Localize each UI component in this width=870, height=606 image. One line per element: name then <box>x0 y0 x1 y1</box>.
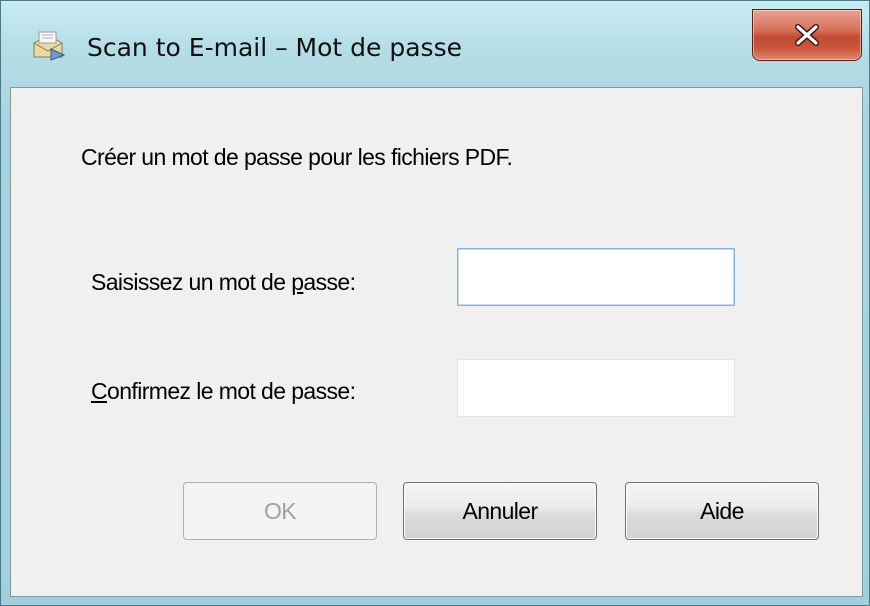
confirm-password-label: Confirmez le mot de passe: <box>91 378 356 404</box>
help-button[interactable]: Aide <box>625 482 819 540</box>
dialog-body: Créer un mot de passe pour les fichiers … <box>10 87 863 597</box>
instruction-text: Créer un mot de passe pour les fichiers … <box>81 144 513 170</box>
password-label: Saisissez un mot de passe: <box>91 269 356 295</box>
window-title: Scan to E-mail – Mot de passe <box>87 33 462 62</box>
password-mnemonic: p <box>291 269 304 295</box>
confirm-password-field[interactable] <box>457 359 735 417</box>
close-button[interactable] <box>752 9 862 61</box>
title-bar[interactable]: Scan to E-mail – Mot de passe <box>1 1 869 87</box>
scanner-envelope-icon <box>31 31 66 61</box>
close-icon <box>795 24 819 46</box>
ok-button[interactable]: OK <box>183 482 377 540</box>
dialog-window: Scan to E-mail – Mot de passe Créer un m… <box>0 0 870 606</box>
password-field[interactable] <box>457 248 735 306</box>
cancel-button[interactable]: Annuler <box>403 482 597 540</box>
confirm-mnemonic: C <box>91 378 108 404</box>
